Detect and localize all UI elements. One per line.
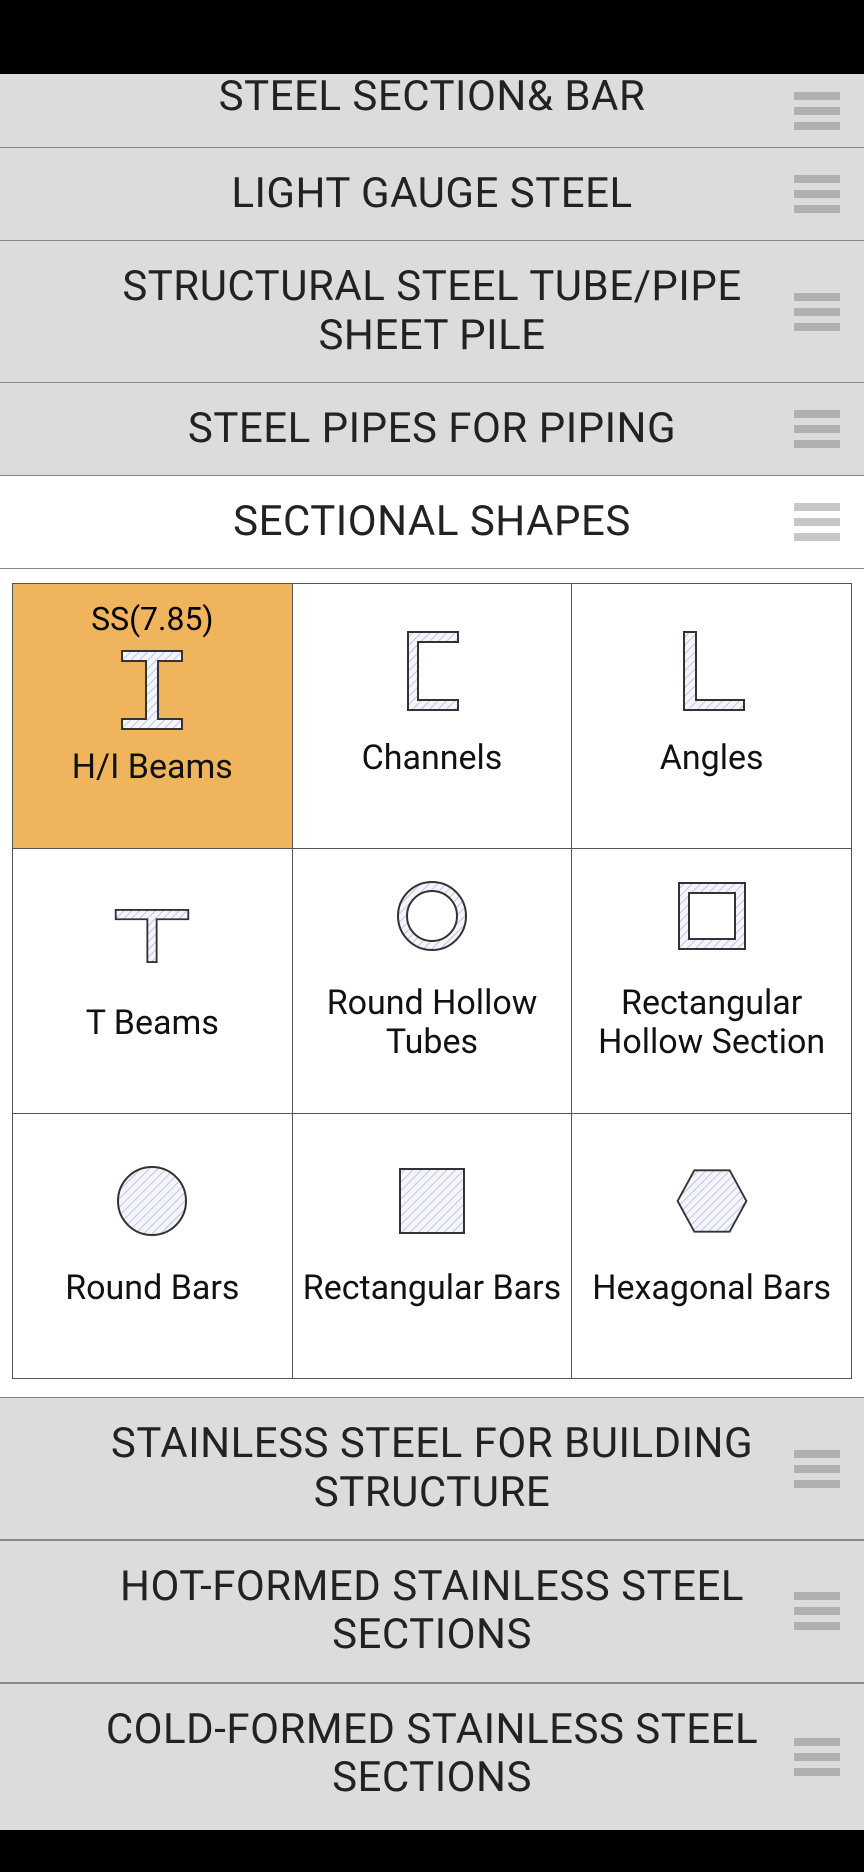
category-row[interactable]: HOT-FORMED STAINLESS STEEL SECTIONS bbox=[0, 1540, 864, 1683]
shape-cell-i-beam[interactable]: SS(7.85) H/I Beams bbox=[13, 584, 292, 848]
t-beam-icon bbox=[112, 896, 192, 976]
round-bar-icon bbox=[112, 1161, 192, 1241]
menu-icon[interactable] bbox=[794, 1592, 840, 1630]
round-hollow-icon bbox=[392, 876, 472, 956]
shape-label: Round Hollow Tubes bbox=[299, 984, 566, 1062]
category-label: STEEL PIPES FOR PIPING bbox=[128, 405, 736, 453]
menu-icon[interactable] bbox=[794, 293, 840, 331]
menu-icon[interactable] bbox=[794, 175, 840, 213]
category-label: STAINLESS STEEL FOR BUILDING STRUCTURE bbox=[10, 1420, 854, 1517]
category-label: COLD-FORMED STAINLESS STEEL SECTIONS bbox=[10, 1706, 854, 1803]
category-row[interactable]: SECTIONAL SHAPES bbox=[0, 476, 864, 569]
channel-icon bbox=[392, 631, 472, 711]
shape-cell-rect-bar[interactable]: Rectangular Bars bbox=[293, 1114, 572, 1378]
shape-cell-t-beam[interactable]: T Beams bbox=[13, 849, 292, 1113]
shape-cell-angle[interactable]: Angles bbox=[572, 584, 851, 848]
category-row[interactable]: LIGHT GAUGE STEEL bbox=[0, 148, 864, 241]
shape-grid: SS(7.85) H/I Beams Channels Angles T Beams Ro… bbox=[12, 583, 852, 1379]
menu-icon[interactable] bbox=[794, 92, 840, 130]
shape-label: Hexagonal Bars bbox=[592, 1269, 831, 1308]
shape-cell-channel[interactable]: Channels bbox=[293, 584, 572, 848]
rect-bar-icon bbox=[392, 1161, 472, 1241]
category-row[interactable]: STEEL PIPES FOR PIPING bbox=[0, 383, 864, 476]
shape-label: Angles bbox=[660, 739, 764, 778]
material-badge: SS(7.85) bbox=[13, 600, 292, 638]
category-row[interactable]: STRUCTURAL STEEL TUBE/PIPE SHEET PILE bbox=[0, 241, 864, 383]
shape-label: Round Bars bbox=[65, 1269, 239, 1308]
i-beam-icon bbox=[112, 650, 192, 730]
category-label: LIGHT GAUGE STEEL bbox=[171, 170, 692, 218]
bottom-categories: STAINLESS STEEL FOR BUILDING STRUCTURE HO… bbox=[0, 1397, 864, 1830]
shape-label: H/I Beams bbox=[72, 748, 233, 787]
category-label: SECTIONAL SHAPES bbox=[173, 498, 691, 546]
shape-cell-rect-hollow[interactable]: Rectangular Hollow Section bbox=[572, 849, 851, 1113]
menu-icon[interactable] bbox=[794, 1450, 840, 1488]
shape-label: T Beams bbox=[86, 1004, 219, 1043]
app-frame: STEEL SECTION& BARLIGHT GAUGE STEELSTRUC… bbox=[0, 102, 864, 1816]
shapes-panel: SS(7.85) H/I Beams Channels Angles T Beams Ro… bbox=[0, 569, 864, 1397]
rect-hollow-icon bbox=[672, 876, 752, 956]
category-row[interactable]: STAINLESS STEEL FOR BUILDING STRUCTURE bbox=[0, 1397, 864, 1540]
shape-label: Channels bbox=[362, 739, 503, 778]
shape-label: Rectangular Hollow Section bbox=[578, 984, 845, 1062]
category-label: STRUCTURAL STEEL TUBE/PIPE SHEET PILE bbox=[10, 263, 854, 360]
category-label: STEEL SECTION& BAR bbox=[159, 73, 706, 121]
shape-cell-round-bar[interactable]: Round Bars bbox=[13, 1114, 292, 1378]
shape-label: Rectangular Bars bbox=[303, 1269, 561, 1308]
category-row[interactable]: COLD-FORMED STAINLESS STEEL SECTIONS bbox=[0, 1683, 864, 1831]
shape-cell-round-hollow[interactable]: Round Hollow Tubes bbox=[293, 849, 572, 1113]
category-label: HOT-FORMED STAINLESS STEEL SECTIONS bbox=[10, 1563, 854, 1660]
shape-cell-hex-bar[interactable]: Hexagonal Bars bbox=[572, 1114, 851, 1378]
angle-icon bbox=[672, 631, 752, 711]
category-row[interactable]: STEEL SECTION& BAR bbox=[0, 74, 864, 148]
menu-icon[interactable] bbox=[794, 1738, 840, 1776]
menu-icon[interactable] bbox=[794, 410, 840, 448]
hex-bar-icon bbox=[672, 1161, 752, 1241]
top-categories: STEEL SECTION& BAR LIGHT GAUGE STEEL STRUC… bbox=[0, 74, 864, 569]
menu-icon[interactable] bbox=[794, 503, 840, 541]
